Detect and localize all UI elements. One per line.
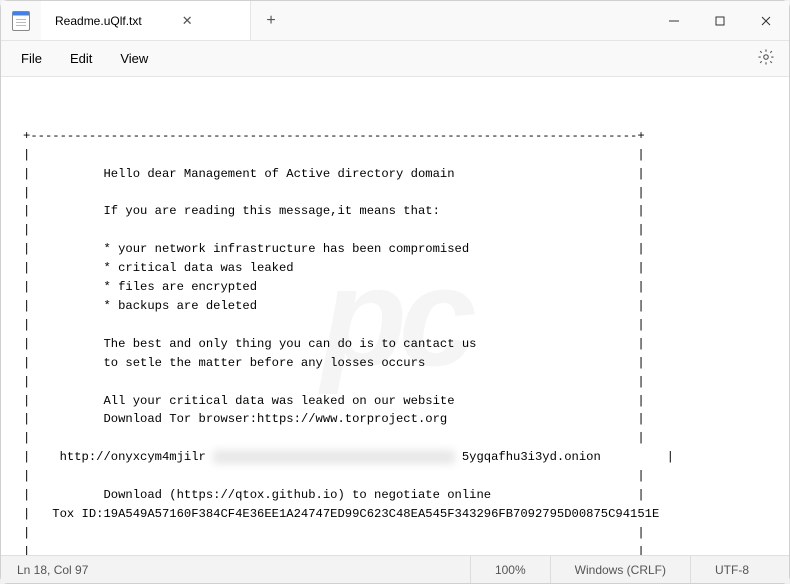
status-eol: Windows (CRLF) xyxy=(550,556,690,583)
text-line: | The best and only thing you can do is … xyxy=(23,337,645,351)
text-line: | Download (https://qtox.github.io) to n… xyxy=(23,488,645,502)
notepad-icon xyxy=(12,11,30,31)
redacted-text: xxxxxxxxxxxxxxxxxxxxxxxxxxxxxxxxx xyxy=(213,450,454,464)
text-line: | * backups are deleted | xyxy=(23,299,645,313)
menu-edit[interactable]: Edit xyxy=(58,45,104,72)
text-line: | | xyxy=(23,318,645,332)
tab-active[interactable]: Readme.uQlf.txt ✕ xyxy=(41,1,251,40)
tab-close-icon[interactable]: ✕ xyxy=(182,13,193,29)
text-line: | | xyxy=(23,431,645,445)
text-line: | * critical data was leaked | xyxy=(23,261,645,275)
text-line: | | xyxy=(23,148,645,162)
text-line: | All your critical data was leaked on o… xyxy=(23,394,645,408)
text-line: | | xyxy=(23,526,645,540)
settings-button[interactable] xyxy=(751,42,781,75)
text-line: | * files are encrypted | xyxy=(23,280,645,294)
text-line: | Tox ID:19A549A57160F384CF4E36EE1A24747… xyxy=(23,507,659,521)
window-controls xyxy=(651,1,789,40)
new-tab-button[interactable]: + xyxy=(251,1,291,40)
menubar: File Edit View xyxy=(1,41,789,77)
titlebar: Readme.uQlf.txt ✕ + xyxy=(1,1,789,41)
maximize-button[interactable] xyxy=(697,1,743,40)
status-encoding: UTF-8 xyxy=(690,556,773,583)
text-line: | Hello dear Management of Active direct… xyxy=(23,167,645,181)
text-line: | | xyxy=(23,375,645,389)
status-position: Ln 18, Col 97 xyxy=(17,556,470,583)
app-icon xyxy=(1,1,41,40)
text-line: | | xyxy=(23,469,645,483)
text-line: | http://onyxcym4mjilr xxxxxxxxxxxxxxxxx… xyxy=(23,450,674,464)
text-line: | If you are reading this message,it mea… xyxy=(23,204,645,218)
minimize-button[interactable] xyxy=(651,1,697,40)
menu-view[interactable]: View xyxy=(108,45,160,72)
text-line: | Download Tor browser:https://www.torpr… xyxy=(23,412,645,426)
close-button[interactable] xyxy=(743,1,789,40)
text-line: | * your network infrastructure has been… xyxy=(23,242,645,256)
text-line: | | xyxy=(23,545,645,555)
gear-icon xyxy=(757,48,775,66)
tab-title: Readme.uQlf.txt xyxy=(55,14,142,28)
text-editor[interactable]: pc +------------------------------------… xyxy=(1,77,789,555)
status-zoom[interactable]: 100% xyxy=(470,556,550,583)
text-line: | | xyxy=(23,186,645,200)
text-line: | to setle the matter before any losses … xyxy=(23,356,645,370)
text-line: +---------------------------------------… xyxy=(23,129,645,143)
statusbar: Ln 18, Col 97 100% Windows (CRLF) UTF-8 xyxy=(1,555,789,583)
text-line: | | xyxy=(23,223,645,237)
menu-file[interactable]: File xyxy=(9,45,54,72)
